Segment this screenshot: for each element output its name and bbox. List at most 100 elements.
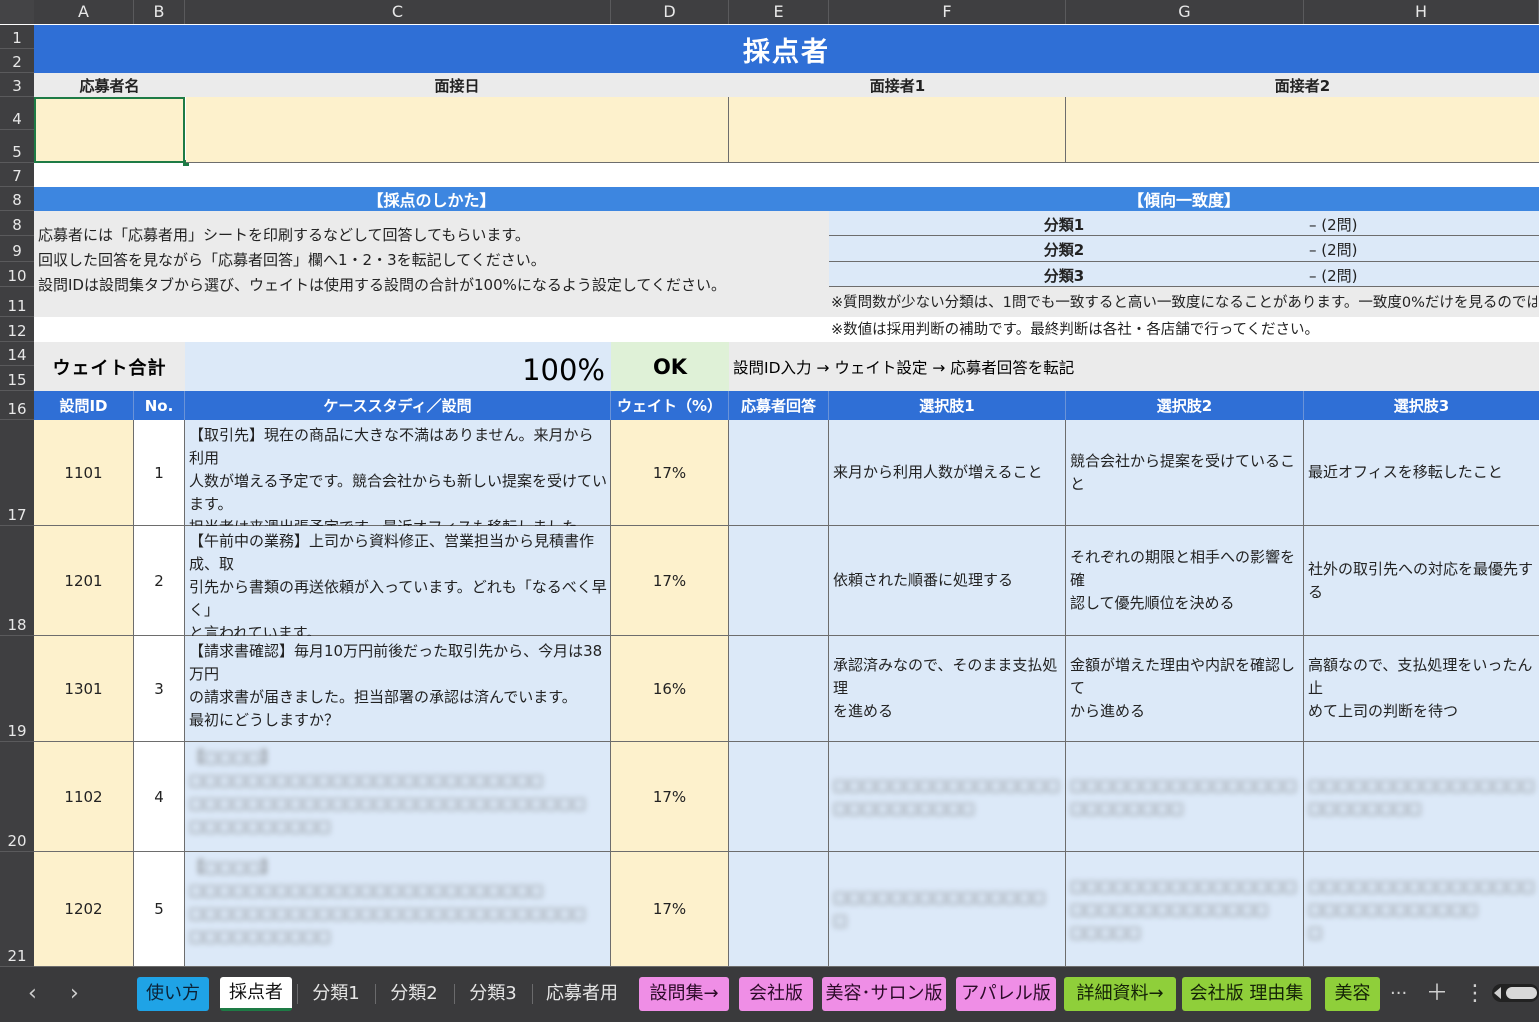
- sheet-tab[interactable]: 分類3: [458, 977, 528, 1011]
- cell-text-line: から進める: [1070, 702, 1146, 720]
- applicant-name-input[interactable]: [34, 97, 185, 163]
- sheet-tab[interactable]: アパレル版: [956, 977, 1056, 1011]
- column-header[interactable]: H: [1304, 0, 1539, 24]
- sheet-tab[interactable]: 分類2: [379, 977, 449, 1011]
- col-option2: 選択肢2: [1066, 391, 1304, 420]
- column-header[interactable]: E: [729, 0, 829, 24]
- scrollbar-thumb[interactable]: [1506, 987, 1537, 999]
- question-id-cell[interactable]: 1101: [34, 420, 134, 526]
- row-header[interactable]: 16: [0, 391, 34, 420]
- sheet-menu-icon[interactable]: ⋮: [1464, 977, 1486, 1011]
- weight-cell[interactable]: 17%: [611, 852, 729, 967]
- sheet-tab[interactable]: 分類1: [302, 977, 370, 1011]
- tendency-row-2: 分類2 – (2問): [829, 236, 1539, 262]
- option-cell: □□□□□□□□□□□□□□□□ □□□□□□□□: [1304, 742, 1539, 852]
- interview-date-input[interactable]: [186, 97, 729, 163]
- row-header[interactable]: 8: [0, 187, 34, 211]
- scoring-instructions: 応募者には「応募者用」シートを印刷するなどして回答してもらいます。 回収した回答…: [34, 211, 829, 317]
- row-header[interactable]: 2: [0, 49, 34, 73]
- applicant-answer-cell[interactable]: [729, 420, 829, 526]
- row-header[interactable]: 10: [0, 262, 34, 287]
- scroll-left-icon[interactable]: [1494, 987, 1501, 999]
- cell-text-line: □□□□□: [1070, 922, 1141, 941]
- more-sheets-icon[interactable]: ···: [1390, 977, 1407, 1011]
- question-id-cell[interactable]: 1102: [34, 742, 134, 852]
- row-header[interactable]: 1: [0, 25, 34, 49]
- cell-text-line: □□□□□□□□□□: [833, 798, 975, 817]
- cell-text-line: めて上司の判断を待つ: [1308, 702, 1459, 720]
- row-header[interactable]: 11: [0, 287, 34, 317]
- row-header[interactable]: 20: [0, 742, 34, 852]
- column-header[interactable]: D: [611, 0, 729, 24]
- horizontal-scrollbar[interactable]: [1492, 984, 1539, 1002]
- question-text-cell: 【午前中の業務】上司から資料修正、営業担当から見積書作成、取 引先から書類の再送依…: [185, 526, 611, 665]
- option-cell: 承認済みなので、そのまま支払処理 を進める: [829, 636, 1066, 742]
- instruction-line: 応募者には「応募者用」シートを印刷するなどして回答してもらいます。: [38, 226, 530, 244]
- sheet-tab[interactable]: 美容･サロン版: [822, 977, 946, 1011]
- row-header[interactable]: 8: [0, 211, 34, 236]
- sheet-tab[interactable]: 会社版: [739, 977, 813, 1011]
- interviewer1-input[interactable]: [729, 97, 1066, 163]
- row-header[interactable]: 9: [0, 236, 34, 262]
- applicant-name-label: 応募者名: [79, 76, 140, 95]
- applicant-answer-cell[interactable]: [729, 742, 829, 852]
- cell-text-line: 競合会社から提案を受けていること: [1070, 451, 1296, 493]
- weight-cell[interactable]: 17%: [611, 420, 729, 526]
- question-text-cell: 【□□□□】□□□□□□□□□□□□□□□□□□□□□□□□□ □□□□□□□□□…: [185, 742, 611, 852]
- option-cell: 金額が増えた理由や内訳を確認して から進める: [1066, 636, 1304, 742]
- column-header[interactable]: B: [134, 0, 185, 24]
- cell-text-line: 引先から書類の再送依頼が入っています。どれも「なるべく早く」: [189, 578, 607, 619]
- applicant-answer-cell[interactable]: [729, 852, 829, 967]
- column-header[interactable]: F: [829, 0, 1066, 24]
- question-id-cell[interactable]: 1301: [34, 636, 134, 742]
- weight-cell[interactable]: 16%: [611, 636, 729, 742]
- sheet-tab[interactable]: 設問集→: [639, 977, 729, 1011]
- cell-text-line: □□□□□□□□□□□□□□□□: [833, 775, 1060, 794]
- column-header[interactable]: A: [34, 0, 134, 24]
- row-header[interactable]: 12: [0, 317, 34, 342]
- sheet-tab[interactable]: 応募者用: [536, 977, 628, 1011]
- row-header[interactable]: 5: [0, 130, 34, 163]
- select-all-corner[interactable]: [0, 0, 34, 24]
- question-id-cell[interactable]: 1202: [34, 852, 134, 967]
- row-header[interactable]: 3: [0, 73, 34, 97]
- row-header[interactable]: 21: [0, 852, 34, 967]
- applicant-answer-cell[interactable]: [729, 526, 829, 636]
- add-sheet-icon[interactable]: ＋: [1426, 977, 1448, 1011]
- sheet-tab[interactable]: 採点者: [220, 977, 292, 1011]
- row-header[interactable]: 7: [0, 163, 34, 187]
- question-id-cell[interactable]: 1201: [34, 526, 134, 636]
- weight-cell[interactable]: 17%: [611, 742, 729, 852]
- row-header[interactable]: 17: [0, 420, 34, 526]
- workflow-guide: 設問ID入力 → ウェイト設定 → 応募者回答を転記: [729, 342, 1539, 391]
- sheet-tab[interactable]: 使い方: [137, 977, 209, 1011]
- scoring-method-title: 【採点のしかた】: [367, 191, 496, 210]
- prev-sheet-button[interactable]: ‹: [28, 977, 37, 1011]
- option-cell: □□□□□□□□□□□□□□□□ □□□□□□□□□□□□□□ □□□□□: [1066, 852, 1304, 967]
- row-header[interactable]: 15: [0, 366, 34, 391]
- tendency-label: 分類2: [1043, 241, 1085, 259]
- cell-text-line: □□□□□□□□□□: [189, 927, 331, 945]
- tab-separator: [532, 984, 533, 1004]
- row-header[interactable]: 4: [0, 97, 34, 130]
- tendency-match-title: 【傾向一致度】: [1127, 191, 1240, 210]
- row-header[interactable]: 18: [0, 526, 34, 636]
- cell-text-line: □□□□□□□□□□□□□□□□□□□□□□□□□□□□: [189, 794, 586, 812]
- interviewer2-input[interactable]: [1066, 97, 1539, 163]
- sheet-tab[interactable]: 美容: [1325, 977, 1380, 1011]
- weight-cell[interactable]: 17%: [611, 526, 729, 636]
- next-sheet-button[interactable]: ›: [70, 977, 79, 1011]
- sheet-tab[interactable]: 会社版 理由集: [1182, 977, 1311, 1011]
- column-header[interactable]: G: [1066, 0, 1304, 24]
- sheet-tab[interactable]: 詳細資料→: [1064, 977, 1176, 1011]
- applicant-answer-cell[interactable]: [729, 636, 829, 742]
- cell-text-line: □□□□□□□□□□□□□□□□□□□□□□□□□□□□: [189, 904, 586, 922]
- option-cell: □□□□□□□□□□□□□□□ □: [829, 852, 1066, 967]
- row-header[interactable]: 14: [0, 342, 34, 366]
- cell-text-line: □□□□□□□□□□: [189, 817, 331, 835]
- row-header[interactable]: 19: [0, 636, 34, 742]
- option-cell: 高額なので、支払処理をいったん止 めて上司の判断を待つ: [1304, 636, 1539, 742]
- question-no-cell: 4: [134, 742, 185, 852]
- column-header[interactable]: C: [185, 0, 611, 24]
- interviewer2-label: 面接者2: [1274, 76, 1331, 95]
